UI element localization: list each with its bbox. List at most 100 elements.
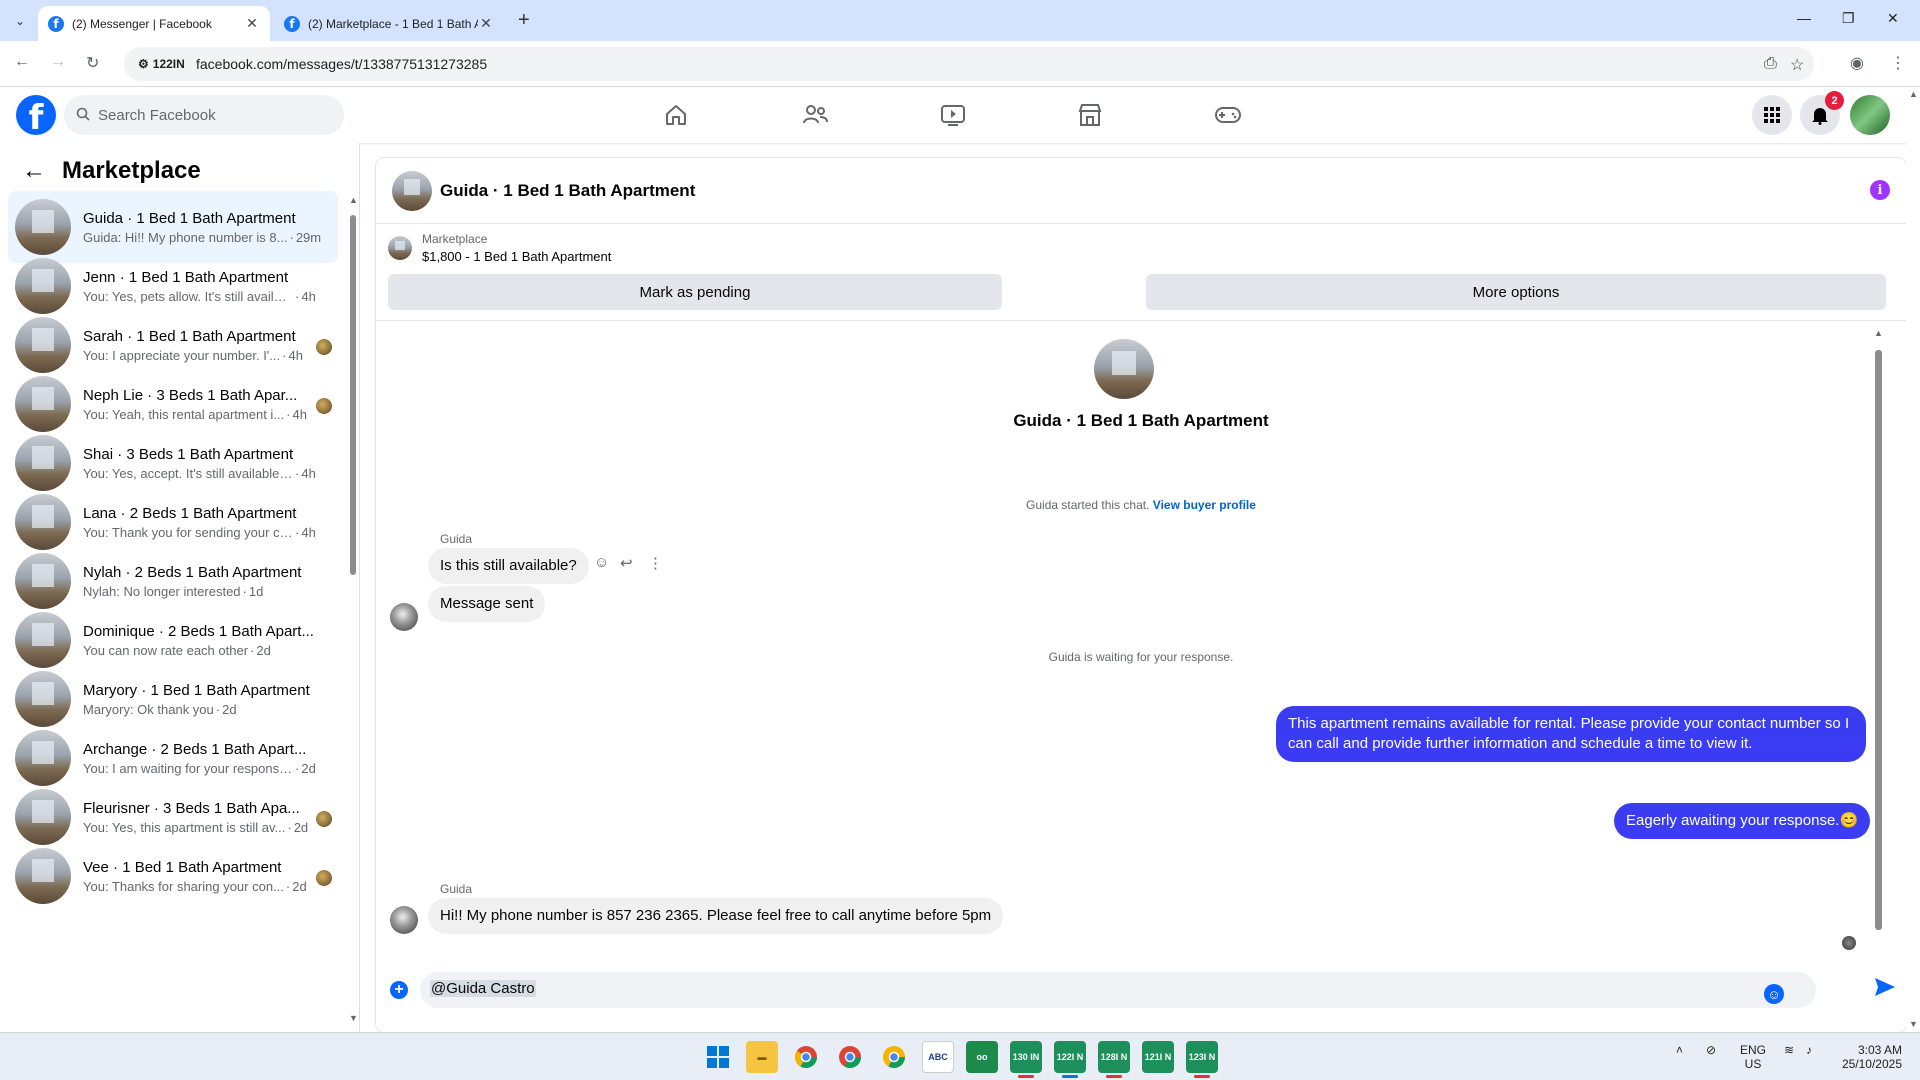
chrome-icon[interactable] xyxy=(790,1041,822,1073)
conversation-snippet: You: I appreciate your number. I'... xyxy=(83,347,281,363)
divider xyxy=(376,320,1906,321)
reload-button[interactable]: ↻ xyxy=(86,53,99,73)
taskbar-app[interactable]: 128I N xyxy=(1098,1041,1130,1078)
sender-avatar[interactable] xyxy=(390,906,418,934)
chrome-profile-icon[interactable] xyxy=(878,1041,910,1073)
conversation-time: 2d xyxy=(301,760,316,776)
view-buyer-profile-link[interactable]: View buyer profile xyxy=(1153,498,1256,512)
conversation-time: 2d xyxy=(292,878,307,894)
tab-marketplace[interactable]: f (2) Marketplace - 1 Bed 1 Bath A ✕ xyxy=(274,6,504,41)
volume-icon[interactable]: ♪ xyxy=(1806,1043,1812,1057)
conversation-list: Guida · 1 Bed 1 Bath Apartment Guida: Hi!… xyxy=(8,191,338,904)
taskbar-app[interactable]: 123I N xyxy=(1186,1041,1218,1078)
bookmark-star-icon[interactable]: ☆ xyxy=(1790,55,1804,75)
sender-avatar[interactable] xyxy=(390,603,418,631)
outgoing-message-bubble[interactable]: This apartment remains available for ren… xyxy=(1276,706,1866,762)
message-input[interactable]: @Guida Castro ☺ xyxy=(420,972,1816,1008)
chat-scrollbar[interactable]: ▲ ▼ xyxy=(1874,328,1884,948)
scroll-up-arrow-icon[interactable]: ▲ xyxy=(1874,328,1883,338)
mark-as-pending-button[interactable]: Mark as pending xyxy=(388,274,1002,310)
video-icon[interactable] xyxy=(933,99,973,131)
react-emoji-icon[interactable]: ☺ xyxy=(594,554,609,571)
message-bubble[interactable]: Message sent xyxy=(428,586,546,622)
taskbar-app[interactable]: 121I N xyxy=(1142,1041,1174,1073)
listing-thumbnail[interactable] xyxy=(392,170,432,211)
restore-button[interactable]: ❐ xyxy=(1842,10,1855,27)
tab-search-button[interactable]: ⌄ xyxy=(8,9,32,33)
seen-indicator-avatar xyxy=(1842,936,1856,950)
scroll-up-arrow-icon[interactable]: ▲ xyxy=(1909,89,1918,99)
chat-title[interactable]: Guida · 1 Bed 1 Bath Apartment xyxy=(440,181,695,201)
wifi-icon[interactable]: ≋ xyxy=(1784,1043,1794,1057)
scrollbar-thumb[interactable] xyxy=(350,215,356,575)
close-tab-icon[interactable]: ✕ xyxy=(244,15,260,32)
sidebar-header: ← Marketplace xyxy=(22,157,201,185)
menu-grid-icon[interactable] xyxy=(1752,95,1792,135)
forward-button[interactable]: → xyxy=(50,53,66,71)
search-input[interactable]: Search Facebook xyxy=(64,95,344,135)
listing-small-thumbnail xyxy=(388,236,412,260)
omnibox[interactable]: ⚙ 122IN facebook.com/messages/t/13387751… xyxy=(124,47,1814,81)
close-tab-icon[interactable]: ✕ xyxy=(478,15,494,32)
conversation-name: Maryory · 1 Bed 1 Bath Apartment xyxy=(83,681,310,699)
emoji-icon[interactable]: ☺ xyxy=(1764,984,1784,1004)
start-button[interactable] xyxy=(702,1041,734,1073)
conversation-name: Nylah · 2 Beds 1 Bath Apartment xyxy=(83,563,302,581)
waiting-notice: Guida is waiting for your response. xyxy=(1048,650,1234,664)
sidebar-scrollbar[interactable]: ▲ ▼ xyxy=(349,195,358,1025)
reply-icon[interactable]: ↩ xyxy=(620,554,633,572)
add-attachment-icon[interactable]: + xyxy=(390,981,408,999)
clock[interactable]: 3:03 AM 25/10/2025 xyxy=(1836,1043,1902,1071)
scroll-down-arrow-icon[interactable]: ▼ xyxy=(349,1013,358,1023)
show-hidden-icons[interactable]: ˄ xyxy=(1676,1043,1683,1057)
voicemail-app-icon[interactable]: oo xyxy=(966,1041,998,1073)
scrollbar-thumb[interactable] xyxy=(1875,350,1882,930)
listing-category: Marketplace xyxy=(422,232,488,246)
conversation-thumbnail xyxy=(15,258,71,314)
chrome-profile-icon[interactable] xyxy=(834,1041,866,1073)
message-bubble[interactable]: Is this still available? xyxy=(428,548,589,584)
info-icon[interactable]: i xyxy=(1870,180,1890,200)
back-arrow-icon[interactable]: ← xyxy=(22,157,46,185)
scroll-down-arrow-icon[interactable]: ▼ xyxy=(1909,1019,1918,1029)
scroll-up-arrow-icon[interactable]: ▲ xyxy=(349,195,358,205)
sender-name: Guida xyxy=(440,882,473,896)
message-bubble[interactable]: Hi!! My phone number is 857 236 2365. Pl… xyxy=(428,898,1004,934)
minimize-button[interactable]: — xyxy=(1797,10,1811,26)
site-info-badge[interactable]: ⚙ 122IN xyxy=(132,53,191,75)
conversation-snippet: You: Thank you for sending your co... xyxy=(83,524,293,540)
marketplace-icon[interactable] xyxy=(1070,99,1110,131)
facebook-logo-icon[interactable]: f xyxy=(16,95,56,135)
browser-menu-icon[interactable]: ⋮ xyxy=(1890,53,1906,73)
close-window-button[interactable]: ✕ xyxy=(1887,10,1899,27)
more-actions-icon[interactable]: ⋮ xyxy=(648,554,663,572)
notification-badge: 2 xyxy=(1825,91,1844,110)
notifications-button[interactable]: 2 xyxy=(1800,91,1844,135)
send-icon[interactable] xyxy=(1874,977,1896,1003)
taskbar-app[interactable]: 122I N xyxy=(1054,1041,1086,1078)
profile-icon[interactable]: ◉ xyxy=(1850,53,1864,73)
file-explorer-icon[interactable]: ▬ xyxy=(746,1041,778,1073)
language-indicator[interactable]: ENG US xyxy=(1740,1043,1766,1071)
network-off-icon[interactable]: ⊘ xyxy=(1706,1043,1716,1057)
new-tab-button[interactable]: + xyxy=(518,9,530,32)
tab-messenger[interactable]: f (2) Messenger | Facebook ✕ xyxy=(38,6,270,41)
listing-summary[interactable]: Marketplace $1,800 - 1 Bed 1 Bath Apartm… xyxy=(388,232,611,264)
windows-taskbar: ▬ ABC oo 130 IN 122I N 128I N 121I N 123… xyxy=(0,1032,1920,1080)
gaming-icon[interactable] xyxy=(1208,99,1248,131)
conversation-snippet: Guida: Hi!! My phone number is 8... xyxy=(83,229,288,245)
page-scrollbar[interactable]: ▲ ▼ xyxy=(1906,87,1920,1032)
more-options-button[interactable]: More options xyxy=(1146,274,1886,310)
home-icon[interactable] xyxy=(656,99,696,131)
account-avatar[interactable] xyxy=(1850,95,1890,135)
conversation-item[interactable]: Vee · 1 Bed 1 Bath Apartment You: Thanks … xyxy=(8,840,338,912)
url-text[interactable]: facebook.com/messages/t/1338775131273285 xyxy=(196,56,487,72)
message-input-text: @Guida Castro xyxy=(430,980,536,997)
conversation-thumbnail xyxy=(15,494,71,550)
friends-icon[interactable] xyxy=(795,99,835,131)
taskbar-app[interactable]: 130 IN xyxy=(1010,1041,1042,1078)
install-app-icon[interactable]: ⎙ xyxy=(1764,55,1777,73)
outgoing-message-bubble[interactable]: Eagerly awaiting your response.😊 xyxy=(1614,803,1871,839)
abc-app-icon[interactable]: ABC xyxy=(922,1041,954,1073)
back-button[interactable]: ← xyxy=(14,53,30,71)
